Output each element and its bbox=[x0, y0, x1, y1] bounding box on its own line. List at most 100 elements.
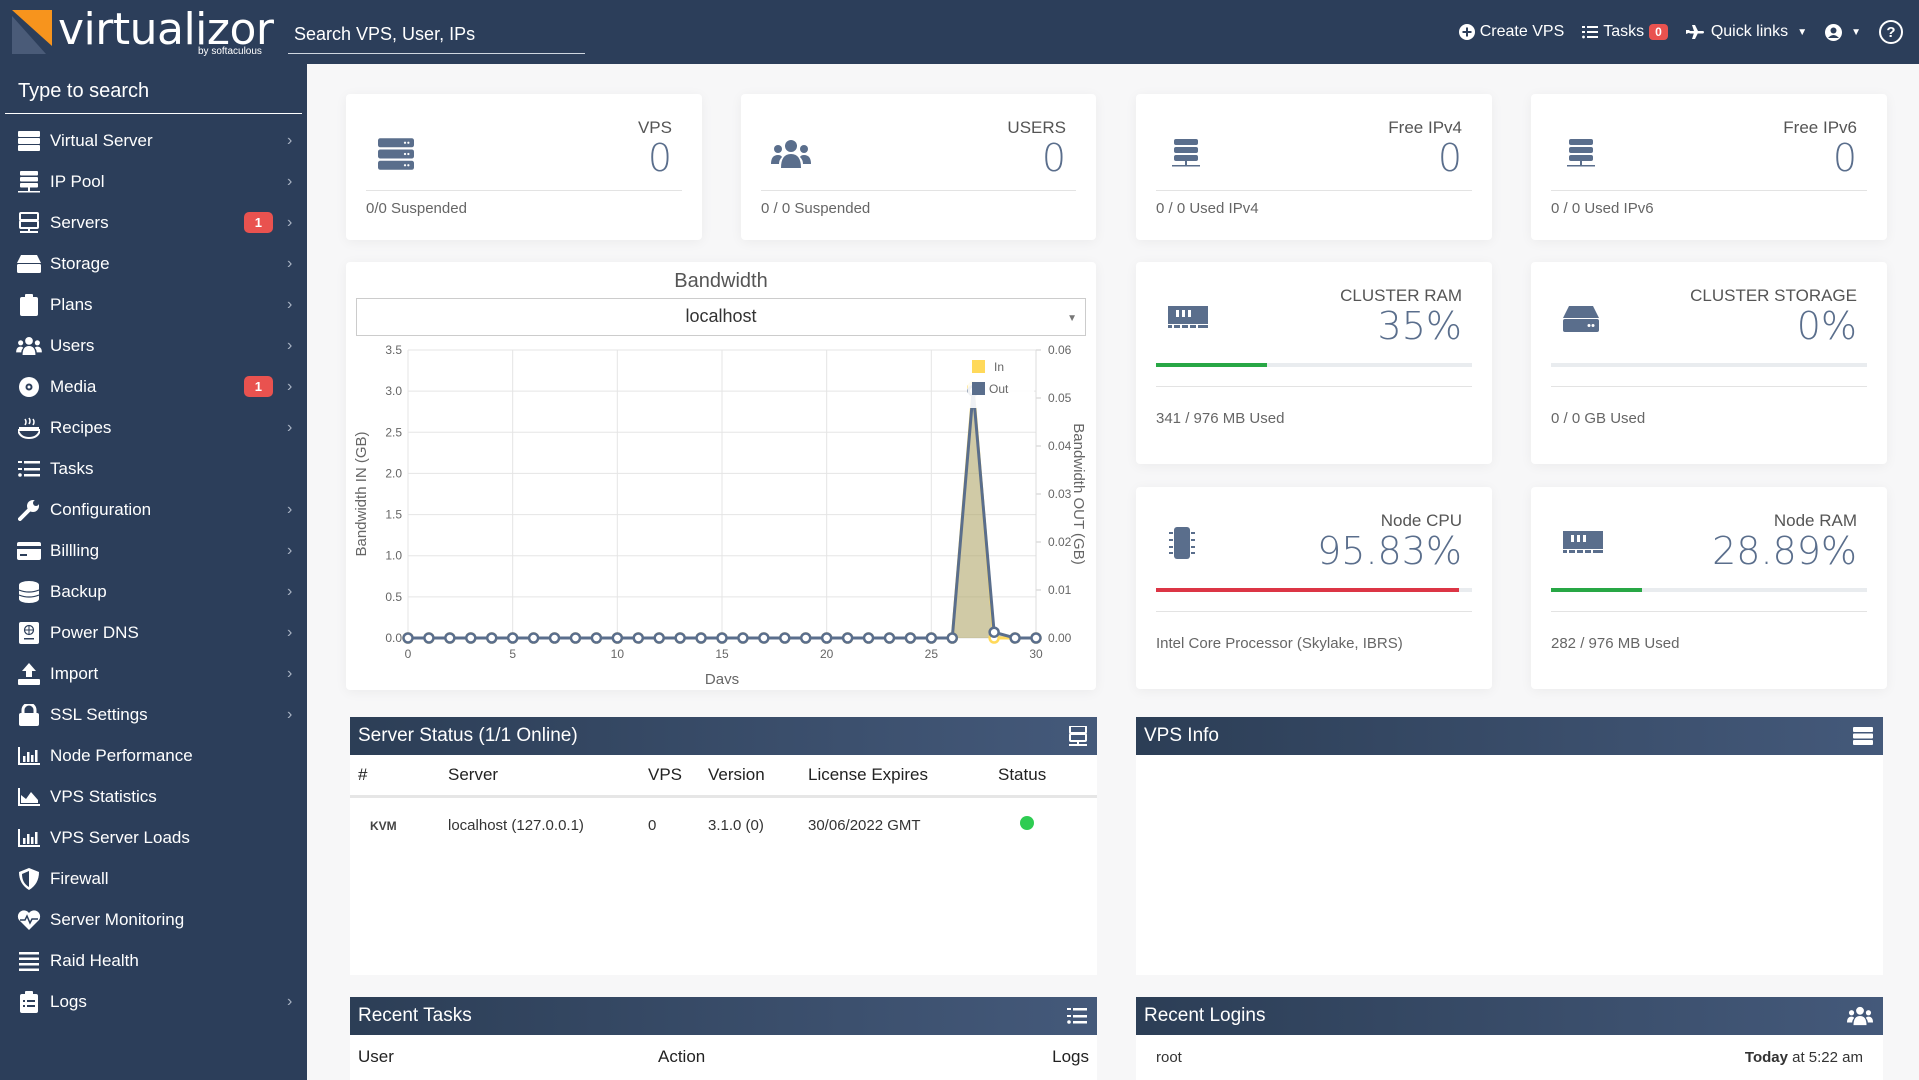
lock-icon bbox=[16, 703, 42, 726]
sidebar-item-logs[interactable]: Logs › bbox=[0, 981, 307, 1022]
create-vps-button[interactable]: Create VPS bbox=[1458, 23, 1564, 41]
series-out-point bbox=[548, 632, 561, 644]
sidebar-item-virtual-server[interactable]: Virtual Server › bbox=[0, 120, 307, 161]
sidebar-search-input[interactable]: Type to search bbox=[5, 72, 302, 114]
sidebar-item-storage[interactable]: Storage › bbox=[0, 243, 307, 284]
database-icon bbox=[16, 580, 42, 603]
chevron-right-icon: › bbox=[287, 500, 293, 518]
bandwidth-chart: 0.0 0.5 1.0 1.5 2.0 2.5 3.0 3.5 0.00 0.01 0.02 0.03… bbox=[353, 344, 1087, 684]
sidebar-item-tasks[interactable]: Tasks bbox=[0, 448, 307, 489]
series-out-point bbox=[883, 632, 896, 644]
tasks-icon[interactable] bbox=[1067, 1007, 1087, 1025]
y-tick-label: 2.5 bbox=[385, 425, 402, 439]
vps-stat-card[interactable]: VPS 0 0/0 Suspended bbox=[346, 94, 702, 240]
sidebar-item-import[interactable]: Import › bbox=[0, 653, 307, 694]
stat-title: CLUSTER STORAGE bbox=[1690, 286, 1857, 305]
servers-icon[interactable] bbox=[1069, 726, 1087, 746]
node-cpu-card[interactable]: Node CPU 95.83% Intel Core Processor (Sk… bbox=[1136, 487, 1492, 689]
help-button[interactable]: ? bbox=[1879, 20, 1903, 44]
free-ipv4-stat-card[interactable]: Free IPv4 0 0 / 0 Used IPv4 bbox=[1136, 94, 1492, 240]
user-menu-dropdown[interactable]: ▼ bbox=[1825, 23, 1861, 41]
clipboard-list-icon bbox=[16, 990, 42, 1013]
sidebar-item-media[interactable]: Media 1 › bbox=[0, 366, 307, 407]
license-expires: 30/06/2022 GMT bbox=[808, 816, 921, 834]
virtualizor-logo[interactable]: virtualizor by softaculous bbox=[12, 4, 274, 58]
series-out-point bbox=[799, 632, 812, 644]
sidebar-item-plans[interactable]: Plans › bbox=[0, 284, 307, 325]
sidebar-item-billling[interactable]: Billling › bbox=[0, 530, 307, 571]
sidebar-item-raid-health[interactable]: Raid Health bbox=[0, 940, 307, 981]
tasks-count-badge: 0 bbox=[1649, 24, 1668, 40]
server-name[interactable]: localhost (127.0.0.1) bbox=[440, 797, 640, 853]
table-header-row: # Server VPS Version License Expires Sta… bbox=[350, 755, 1097, 798]
sidebar-item-users[interactable]: Users › bbox=[0, 325, 307, 366]
progress-fill bbox=[1156, 588, 1459, 592]
y-tick-label: 0.5 bbox=[385, 590, 402, 604]
servers-icon bbox=[16, 211, 42, 234]
bandwidth-server-select[interactable]: localhost ▼ bbox=[356, 298, 1086, 336]
divider bbox=[1156, 190, 1472, 191]
sidebar-item-servers[interactable]: Servers 1 › bbox=[0, 202, 307, 243]
cluster-ram-progress bbox=[1156, 363, 1472, 367]
tasks-button[interactable]: Tasks 0 bbox=[1582, 23, 1668, 41]
divider bbox=[1551, 190, 1867, 191]
sidebar-item-label: IP Pool bbox=[50, 171, 105, 191]
col-header: VPS bbox=[640, 755, 700, 798]
table-row[interactable]: KVM localhost (127.0.0.1) 0 3.1.0 (0) 30… bbox=[350, 797, 1097, 853]
y2-tick-label: 0.05 bbox=[1048, 391, 1072, 405]
chevron-right-icon: › bbox=[287, 664, 293, 682]
server-stack-icon[interactable] bbox=[1853, 727, 1873, 745]
recent-tasks-columns: User Action Logs bbox=[350, 1035, 1097, 1079]
stat-footer: 0 / 0 GB Used bbox=[1551, 410, 1646, 427]
stat-footer: 282 / 976 MB Used bbox=[1551, 635, 1680, 652]
y2-tick-label: 0.01 bbox=[1048, 583, 1072, 597]
cluster-ram-card[interactable]: CLUSTER RAM 35% 341 / 976 MB Used bbox=[1136, 262, 1492, 464]
series-out-point bbox=[758, 632, 770, 644]
recent-logins-panel: Recent Logins root Today at 5:22 am bbox=[1136, 997, 1883, 1080]
quick-links-dropdown[interactable]: Quick links ▼ bbox=[1685, 23, 1807, 41]
cluster-storage-card[interactable]: CLUSTER STORAGE 0% 0 / 0 GB Used bbox=[1531, 262, 1887, 464]
col-header: License Expires bbox=[800, 755, 990, 798]
vps-info-panel: VPS Info bbox=[1136, 717, 1883, 975]
sidebar-item-vps-server-loads[interactable]: VPS Server Loads bbox=[0, 817, 307, 858]
series-out-point bbox=[402, 632, 414, 644]
sidebar-item-vps-statistics[interactable]: VPS Statistics bbox=[0, 776, 307, 817]
sidebar-item-node-performance[interactable]: Node Performance bbox=[0, 735, 307, 776]
series-out-point bbox=[444, 632, 456, 644]
sidebar-item-ip-pool[interactable]: IP Pool › bbox=[0, 161, 307, 202]
free-ipv6-stat-card[interactable]: Free IPv6 0 0 / 0 Used IPv6 bbox=[1531, 94, 1887, 240]
series-out-point bbox=[674, 632, 686, 644]
network-server-icon bbox=[1567, 139, 1595, 167]
global-search-input[interactable]: Search VPS, User, IPs bbox=[288, 20, 585, 54]
y2-tick-label: 0.04 bbox=[1048, 439, 1072, 453]
sidebar-item-ssl-settings[interactable]: SSL Settings › bbox=[0, 694, 307, 735]
bar-chart-icon bbox=[16, 745, 42, 767]
node-ram-progress bbox=[1551, 588, 1867, 592]
sidebar-item-firewall[interactable]: Firewall bbox=[0, 858, 307, 899]
col-header: Version bbox=[700, 755, 800, 798]
x-tick-label: 30 bbox=[1029, 647, 1043, 661]
progress-fill bbox=[1156, 363, 1267, 367]
sidebar-item-label: Power DNS bbox=[50, 622, 139, 642]
sidebar-item-power-dns[interactable]: Power DNS › bbox=[0, 612, 307, 653]
cpu-chip-icon bbox=[1169, 527, 1195, 559]
dns-icon bbox=[16, 621, 42, 644]
clipboard-icon bbox=[16, 293, 42, 316]
legend-label-out: Out bbox=[989, 382, 1009, 396]
users-stat-card[interactable]: USERS 0 0 / 0 Suspended bbox=[741, 94, 1096, 240]
sidebar-item-server-monitoring[interactable]: Server Monitoring bbox=[0, 899, 307, 940]
users-icon[interactable] bbox=[1847, 1006, 1873, 1026]
stat-title: Node RAM bbox=[1773, 511, 1857, 530]
tasks-icon bbox=[16, 458, 42, 480]
chevron-right-icon: › bbox=[287, 131, 293, 149]
network-server-icon bbox=[1172, 139, 1200, 167]
y2-axis-label: Bandwidth OUT (GB) bbox=[1070, 423, 1087, 564]
memory-icon bbox=[1563, 531, 1603, 553]
sidebar-item-configuration[interactable]: Configuration › bbox=[0, 489, 307, 530]
sidebar-item-label: Node Performance bbox=[50, 745, 193, 765]
node-ram-card[interactable]: Node RAM 28.89% 282 / 976 MB Used bbox=[1531, 487, 1887, 689]
list-item[interactable]: root Today at 5:22 am bbox=[1136, 1035, 1883, 1080]
sidebar-item-backup[interactable]: Backup › bbox=[0, 571, 307, 612]
sidebar-item-recipes[interactable]: Recipes › bbox=[0, 407, 307, 448]
stat-footer: 341 / 976 MB Used bbox=[1156, 410, 1285, 427]
